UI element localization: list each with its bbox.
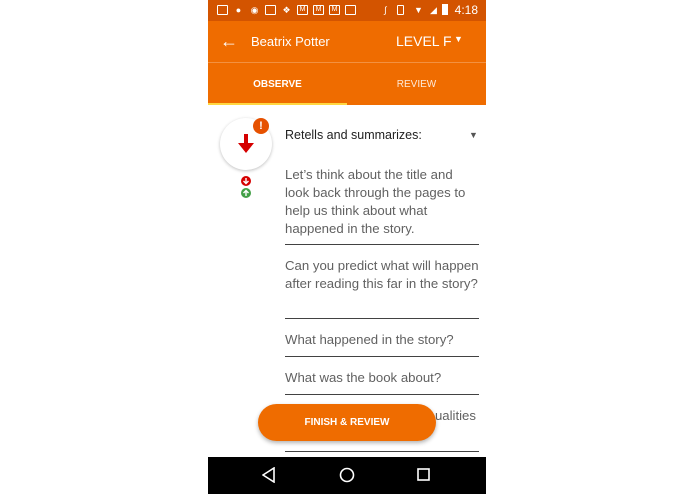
messaging-icon (217, 5, 228, 15)
gmail-icon: M (313, 5, 324, 15)
wifi-icon: ▼ (414, 5, 423, 15)
back-arrow-icon[interactable]: ← (220, 31, 238, 51)
caret-down-icon[interactable]: ▼ (454, 34, 463, 44)
gmail-icon: M (329, 5, 340, 15)
tab-bar: OBSERVE REVIEW (208, 62, 486, 105)
down-vote-icon[interactable] (241, 176, 251, 186)
status-time: 4:18 (454, 3, 478, 17)
page-title: Beatrix Potter (251, 34, 330, 49)
down-arrow-icon (238, 134, 254, 153)
app-bar: ← Beatrix Potter LEVEL F ▼ (208, 21, 486, 62)
prompt-item[interactable]: What was the book about? (285, 369, 479, 387)
signal-icon: ◢ (430, 5, 437, 15)
home-circle-icon[interactable] (339, 467, 355, 483)
prompt-item[interactable]: What happened in the story? (285, 331, 479, 349)
divider (285, 244, 479, 245)
tab-review[interactable]: REVIEW (347, 63, 486, 106)
back-triangle-icon[interactable] (262, 467, 276, 483)
prompt-item[interactable]: Let’s think about the title and look bac… (285, 166, 479, 238)
divider (285, 394, 479, 395)
tab-observe[interactable]: OBSERVE (208, 63, 347, 106)
status-bar: ● ◉ ❖ M M M ∫ ▼ ◢ 4:18 (208, 0, 486, 21)
prompt-item[interactable]: Can you predict what will happen after r… (285, 257, 479, 293)
section-title: Retells and summarizes: (285, 128, 422, 142)
dropbox-icon: ❖ (282, 5, 291, 15)
phone-screen: ● ◉ ❖ M M M ∫ ▼ ◢ 4:18 ← Beatrix Potter … (208, 0, 486, 494)
bluetooth-icon: ∫ (384, 5, 387, 15)
divider (285, 356, 479, 357)
level-dropdown[interactable]: LEVEL F (396, 33, 452, 49)
warning-badge: ! (253, 118, 269, 134)
vibrate-icon (397, 5, 404, 15)
divider (285, 451, 479, 452)
finish-review-button[interactable]: FINISH & REVIEW (258, 404, 436, 441)
hangouts-icon: ● (235, 5, 242, 15)
battery-icon (442, 4, 448, 15)
image-icon (345, 5, 356, 15)
gmail-icon: M (297, 5, 308, 15)
recents-square-icon[interactable] (417, 468, 430, 481)
chat-icon: ◉ (250, 5, 259, 15)
active-tab-indicator (208, 103, 347, 105)
image-icon (265, 5, 276, 15)
divider (285, 318, 479, 319)
caret-down-icon[interactable]: ▼ (469, 130, 478, 140)
navigation-bar (208, 457, 486, 494)
up-vote-icon[interactable] (241, 188, 251, 198)
